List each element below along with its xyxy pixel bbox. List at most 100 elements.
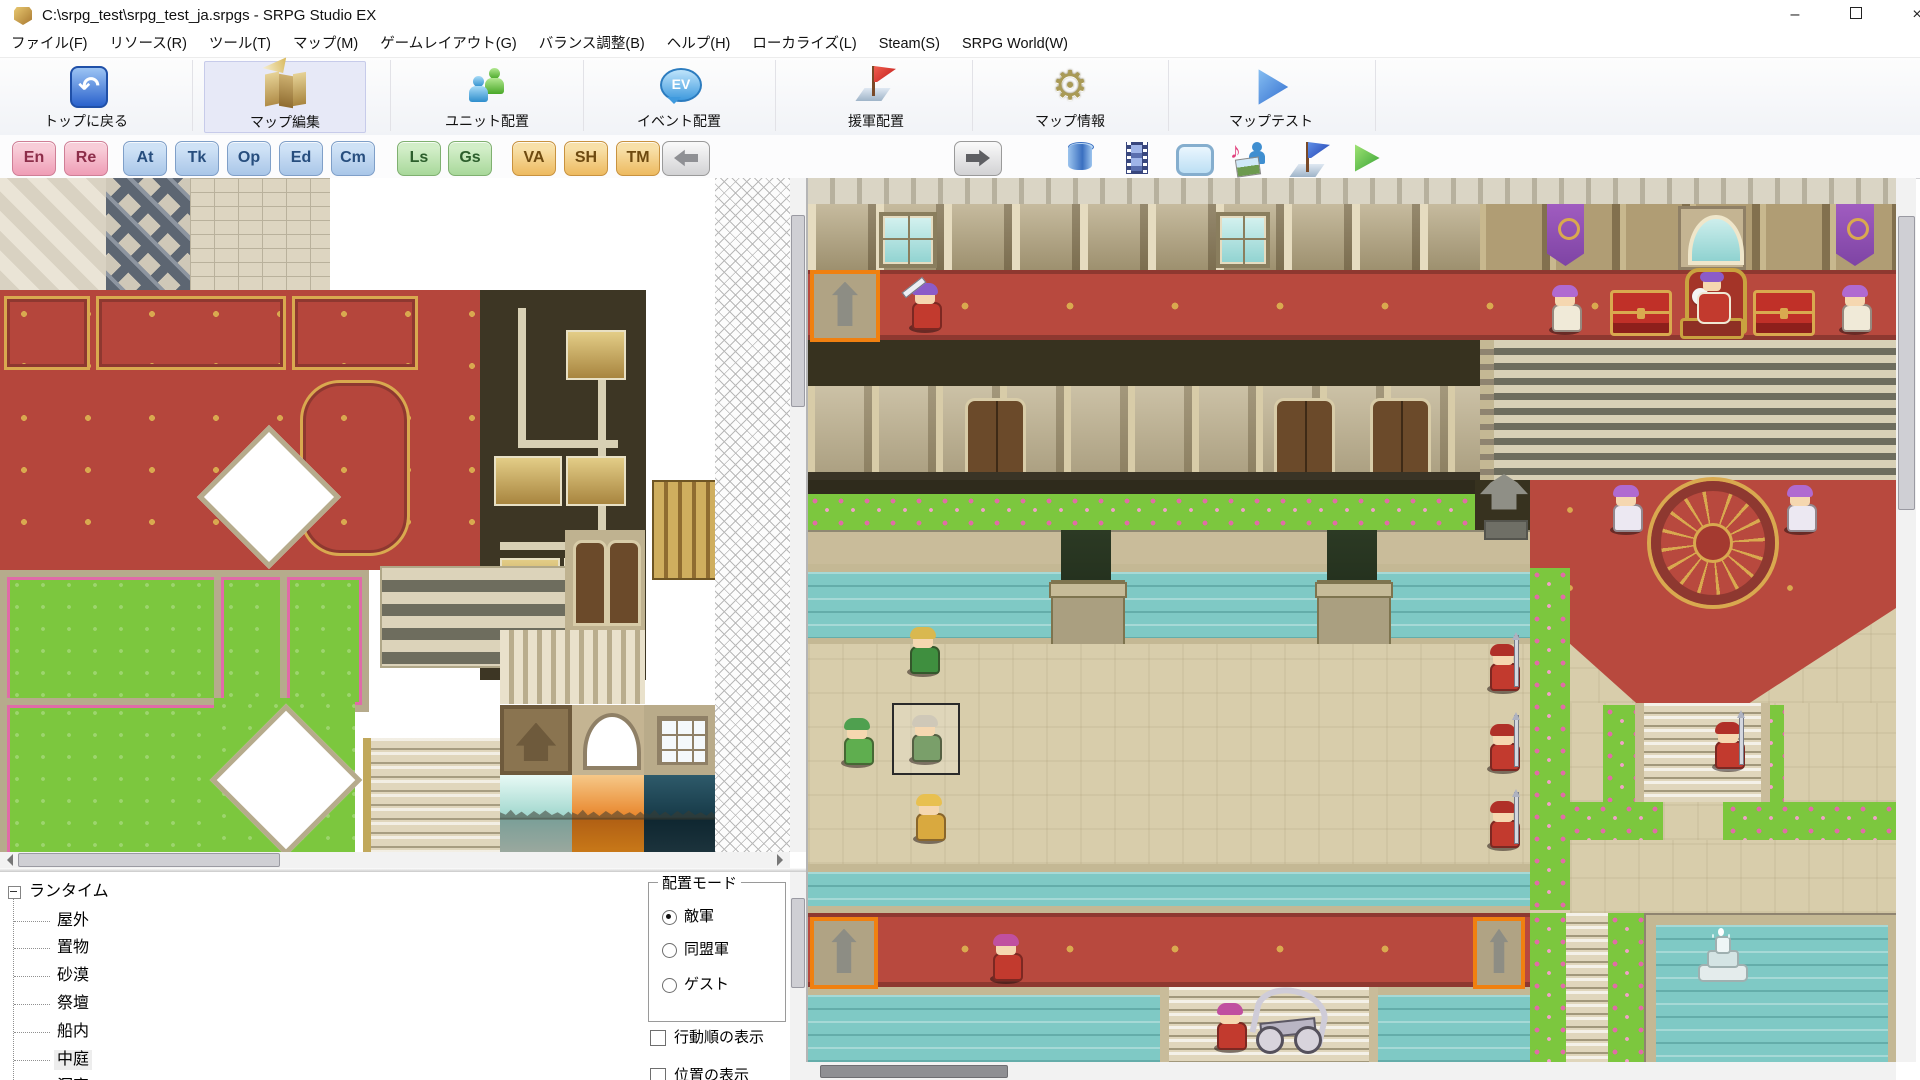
map-arch-window [1678,206,1746,270]
tile-wall-emblem [500,705,572,775]
tag-button-tk[interactable]: Tk [175,141,219,176]
wall-ledge [808,530,1530,566]
tileset-vertical-scrollbar[interactable] [790,178,806,852]
radio-guest-label[interactable]: ゲスト [684,975,729,995]
play-icon [1253,67,1293,107]
treasure-chest-right[interactable] [1753,290,1815,336]
tag-button-ls[interactable]: Ls [397,141,441,176]
tag-button-re[interactable]: Re [64,141,108,176]
menu-help[interactable]: ヘルプ(H) [656,32,742,57]
screen-icon[interactable] [1170,140,1214,176]
database-icon[interactable] [1058,140,1102,176]
menu-steam[interactable]: Steam(S) [868,32,951,57]
menu-file[interactable]: ファイル(F) [0,32,99,57]
enemy-swordsman[interactable] [907,282,943,330]
tag-button-cm[interactable]: Cm [331,141,375,176]
run-game-icon[interactable] [1342,140,1386,176]
menu-resource[interactable]: リソース(R) [99,32,198,57]
tree-collapse-toggle[interactable] [8,886,21,899]
radio-guest[interactable] [662,978,677,993]
menu-tool[interactable]: ツール(T) [198,32,282,57]
map-edit-canvas[interactable] [808,178,1896,1062]
toolbar-separator [390,60,391,131]
tag-button-sh[interactable]: SH [564,141,608,176]
archer-unit[interactable] [839,717,875,765]
film-icon[interactable] [1114,140,1158,176]
menu-localize[interactable]: ローカライズ(L) [741,32,867,57]
tree-item-ship[interactable]: 船内 [54,1022,92,1042]
tile-doors [565,530,645,630]
radio-enemy-army[interactable] [662,910,677,925]
back-to-top-button[interactable]: ↶ トップに戻る [6,61,166,131]
treasure-chest-left[interactable] [1610,290,1672,336]
priest-unit[interactable] [905,626,941,674]
checkbox-action-order-label[interactable]: 行動順の表示 [674,1028,764,1048]
ballista[interactable] [1244,996,1332,1054]
previous-map-button[interactable] [662,141,710,176]
radio-allied-army[interactable] [662,943,677,958]
king-on-throne[interactable] [1680,268,1744,336]
reinforcement-placement-button[interactable]: 援軍配置 [796,61,956,131]
map-wall-cornice [808,178,1896,206]
tree-item-desert[interactable]: 砂漠 [54,966,92,986]
map-vertical-scrollbar[interactable] [1896,178,1916,1062]
title-bar[interactable]: C:\srpg_test\srpg_test_ja.srpgs - SRPG S… [0,0,1920,32]
tag-button-op[interactable]: Op [227,141,271,176]
next-map-button[interactable] [954,141,1002,176]
selected-unit[interactable] [907,714,943,762]
close-button[interactable]: × [1894,0,1920,32]
red-knight-stairs[interactable] [1710,721,1746,769]
selected-tile-carpet-left[interactable] [810,917,878,989]
enemy-mage-right[interactable] [1782,484,1818,532]
menu-game-layout[interactable]: ゲームレイアウト(G) [369,32,528,57]
enemy-bottom[interactable] [988,933,1024,981]
tree-item-objects[interactable]: 置物 [54,938,92,958]
red-knight-1[interactable] [1485,643,1521,691]
tag-button-tm[interactable]: TM [616,141,660,176]
royal-attendant-left[interactable] [1547,284,1583,332]
tree-root-runtime[interactable]: ランタイム [26,882,112,902]
tileset-palette[interactable] [0,178,790,852]
map-horizontal-scrollbar[interactable] [806,1062,1896,1080]
radio-allied-army-label[interactable]: 同盟軍 [684,940,729,960]
tag-button-ed[interactable]: Ed [279,141,323,176]
menu-srpg-world[interactable]: SRPG World(W) [951,32,1079,57]
ballista-crew[interactable] [1212,1002,1248,1050]
tree-item-outdoor[interactable]: 屋外 [54,911,92,931]
menu-balance[interactable]: バランス調整(B) [528,32,656,57]
fountain[interactable] [1698,930,1746,982]
tile-stairs [363,738,509,852]
menu-map[interactable]: マップ(M) [282,32,369,57]
red-knight-3[interactable] [1485,800,1521,848]
map-edit-button[interactable]: マップ編集 [204,61,366,133]
enemy-mage-left[interactable] [1608,484,1644,532]
map-info-button[interactable]: ⚙ マップ情報 [990,61,1150,131]
resource-icon[interactable]: ♪ [1228,140,1272,176]
gold-unit[interactable] [911,793,947,841]
tag-button-en[interactable]: En [12,141,56,176]
radio-enemy-army-label[interactable]: 敵軍 [684,907,714,927]
selected-tile-carpet-right[interactable] [1473,917,1525,989]
tileset-horizontal-scrollbar[interactable] [0,852,790,868]
tile-gold-column [652,480,718,580]
tree-item-altar[interactable]: 祭壇 [54,994,92,1014]
map-test-button[interactable]: マップテスト [1191,61,1351,131]
checkbox-action-order[interactable] [650,1030,666,1046]
checkbox-position-display-label[interactable]: 位置の表示 [674,1066,749,1080]
tag-button-at[interactable]: At [123,141,167,176]
unit-placement-button[interactable]: ユニット配置 [407,61,567,131]
blue-flag-icon[interactable] [1286,140,1330,176]
selected-tile-throne-row[interactable] [810,270,880,342]
event-placement-button[interactable]: EV イベント配置 [599,61,759,131]
royal-attendant-right[interactable] [1837,284,1873,332]
maximize-button[interactable] [1833,0,1879,32]
tree-item-courtyard[interactable]: 中庭 [54,1050,92,1070]
tag-button-gs[interactable]: Gs [448,141,492,176]
tree-vertical-scrollbar[interactable] [790,872,806,1080]
minimize-button[interactable]: – [1772,0,1818,32]
checkbox-position-display[interactable] [650,1068,666,1080]
tag-button-va[interactable]: VA [512,141,556,176]
red-knight-2[interactable] [1485,723,1521,771]
dark-floor-band [808,340,1480,386]
left-arrow-icon [674,149,698,167]
